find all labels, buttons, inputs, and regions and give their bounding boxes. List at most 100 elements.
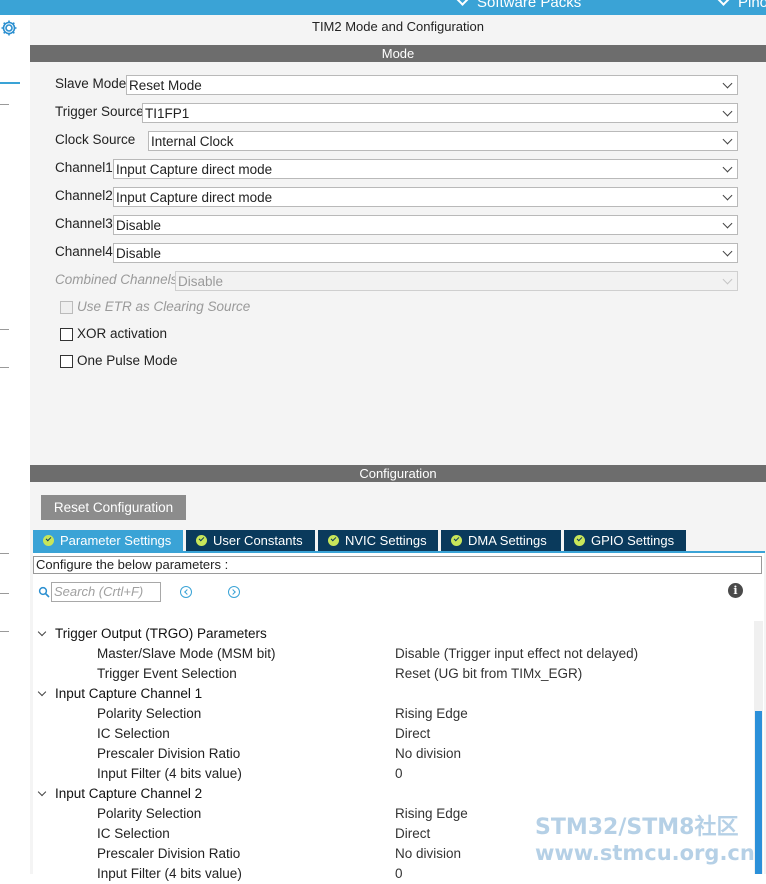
param-label: Trigger Event Selection — [97, 666, 237, 681]
search-input[interactable]: Search (Crtl+F) — [51, 582, 161, 602]
param-value[interactable]: Rising Edge — [395, 704, 468, 724]
param-label: IC Selection — [97, 726, 170, 741]
top-menu-bar: Software Packs Pinout — [0, 0, 766, 15]
slave-mode-label: Slave Mode — [55, 76, 127, 91]
tab-parameter-settings-label: Parameter Settings — [60, 533, 172, 548]
sidebar-divider — [0, 329, 9, 330]
check-circle-icon — [451, 535, 462, 546]
param-value[interactable]: Rising Edge — [395, 804, 468, 824]
menu-pinout[interactable]: Pinout — [717, 0, 766, 11]
param-value[interactable]: Disable (Trigger input effect not delaye… — [395, 644, 638, 664]
param-value[interactable]: 0 — [395, 864, 403, 884]
channel1-value: Input Capture direct mode — [116, 162, 273, 177]
reset-configuration-button[interactable]: Reset Configuration — [41, 495, 186, 520]
check-circle-icon — [196, 535, 207, 546]
slave-mode-value: Reset Mode — [129, 78, 202, 93]
trigger-source-value: TI1FP1 — [145, 106, 190, 121]
tab-user-constants-label: User Constants — [213, 533, 303, 548]
chevron-down-icon — [722, 134, 733, 145]
slave-mode-select[interactable]: Reset Mode — [126, 75, 738, 95]
param-label: Master/Slave Mode (MSM bit) — [97, 646, 276, 661]
channel4-select[interactable]: Disable — [113, 243, 738, 263]
search-next-icon[interactable] — [228, 586, 240, 598]
gear-icon[interactable] — [0, 19, 18, 37]
chevron-down-icon — [722, 78, 733, 89]
combined-channels-value: Disable — [178, 274, 224, 289]
tab-nvic-settings[interactable]: NVIC Settings — [318, 530, 438, 551]
sidebar-divider — [0, 553, 9, 554]
param-label: Polarity Selection — [97, 706, 202, 721]
watermark-line1: STM32/STM8社区 — [535, 815, 739, 840]
clock-source-select[interactable]: Internal Clock — [148, 131, 738, 151]
param-label: Input Filter (4 bits value) — [97, 766, 242, 781]
group-input-capture-1[interactable]: Input Capture Channel 1 — [33, 684, 749, 704]
chevron-down-icon — [722, 274, 733, 285]
configuration-header: Configuration — [30, 465, 766, 482]
tab-dma-settings[interactable]: DMA Settings — [441, 530, 561, 551]
chevron-down-icon[interactable] — [37, 687, 47, 697]
param-value[interactable]: No division — [395, 844, 461, 864]
menu-software-packs[interactable]: Software Packs — [456, 0, 582, 11]
one-pulse-mode-checkbox[interactable] — [60, 355, 73, 368]
tab-parameter-settings[interactable]: Parameter Settings — [33, 530, 183, 551]
sidebar-divider — [0, 104, 9, 105]
group-trgo[interactable]: Trigger Output (TRGO) Parameters — [33, 624, 749, 644]
left-sidebar — [0, 15, 31, 874]
xor-activation-checkbox[interactable] — [60, 328, 73, 341]
param-value[interactable]: Direct — [395, 724, 430, 744]
menu-pinout-label: Pinout — [738, 0, 766, 11]
check-circle-icon — [328, 535, 339, 546]
chevron-down-icon — [722, 162, 733, 173]
param-row[interactable]: Master/Slave Mode (MSM bit) Disable (Tri… — [33, 644, 749, 664]
param-value[interactable]: Direct — [395, 824, 430, 844]
chevron-down-icon — [722, 218, 733, 229]
check-circle-icon — [43, 535, 54, 546]
channel3-value: Disable — [116, 218, 162, 233]
clock-source-label: Clock Source — [55, 132, 136, 147]
param-row[interactable]: Input Filter (4 bits value) 0 — [33, 764, 749, 784]
trigger-source-label: Trigger Source — [55, 104, 144, 119]
tab-user-constants[interactable]: User Constants — [186, 530, 315, 551]
chevron-down-icon[interactable] — [37, 787, 47, 797]
group-label: Input Capture Channel 1 — [55, 686, 203, 701]
active-indicator — [0, 82, 20, 84]
chevron-down-icon — [717, 0, 730, 6]
sidebar-divider — [0, 367, 9, 368]
channel2-select[interactable]: Input Capture direct mode — [113, 187, 738, 207]
param-label: Prescaler Division Ratio — [97, 746, 241, 761]
param-value[interactable]: No division — [395, 744, 461, 764]
param-row[interactable]: IC Selection Direct — [33, 724, 749, 744]
check-circle-icon — [574, 535, 585, 546]
search-prev-icon[interactable] — [180, 586, 192, 598]
one-pulse-mode-label: One Pulse Mode — [77, 353, 178, 368]
channel2-label: Channel2 — [55, 188, 113, 203]
sidebar-divider — [0, 631, 9, 632]
param-row[interactable]: Polarity Selection Rising Edge — [33, 704, 749, 724]
chevron-down-icon[interactable] — [37, 627, 47, 637]
tab-dma-settings-label: DMA Settings — [468, 533, 547, 548]
tab-gpio-settings-label: GPIO Settings — [591, 533, 675, 548]
trigger-source-select[interactable]: TI1FP1 — [142, 103, 738, 123]
use-etr-checkbox — [60, 301, 73, 314]
param-row[interactable]: Prescaler Division Ratio No division — [33, 744, 749, 764]
param-value[interactable]: Reset (UG bit from TIMx_EGR) — [395, 664, 582, 684]
param-row[interactable]: Trigger Event Selection Reset (UG bit fr… — [33, 664, 749, 684]
menu-software-packs-label: Software Packs — [477, 0, 582, 11]
param-label: Polarity Selection — [97, 806, 202, 821]
tab-gpio-settings[interactable]: GPIO Settings — [564, 530, 686, 551]
chevron-down-icon — [722, 246, 733, 257]
group-input-capture-2[interactable]: Input Capture Channel 2 — [33, 784, 749, 804]
group-label: Input Capture Channel 2 — [55, 786, 203, 801]
watermark: STM32/STM8社区 www.stmcu.org.cn — [535, 815, 755, 865]
scrollbar-thumb[interactable] — [755, 711, 762, 874]
channel1-select[interactable]: Input Capture direct mode — [113, 159, 738, 179]
param-row[interactable]: Input Filter (4 bits value) 0 — [33, 864, 749, 881]
page-title: TIM2 Mode and Configuration — [312, 19, 484, 34]
configure-hint: Configure the below parameters : — [33, 556, 762, 574]
chevron-down-icon — [722, 106, 733, 117]
vertical-scrollbar[interactable] — [754, 621, 763, 874]
channel3-select[interactable]: Disable — [113, 215, 738, 235]
param-value[interactable]: 0 — [395, 764, 403, 784]
combined-channels-label: Combined Channels — [55, 272, 178, 287]
info-icon[interactable]: i — [728, 583, 743, 598]
